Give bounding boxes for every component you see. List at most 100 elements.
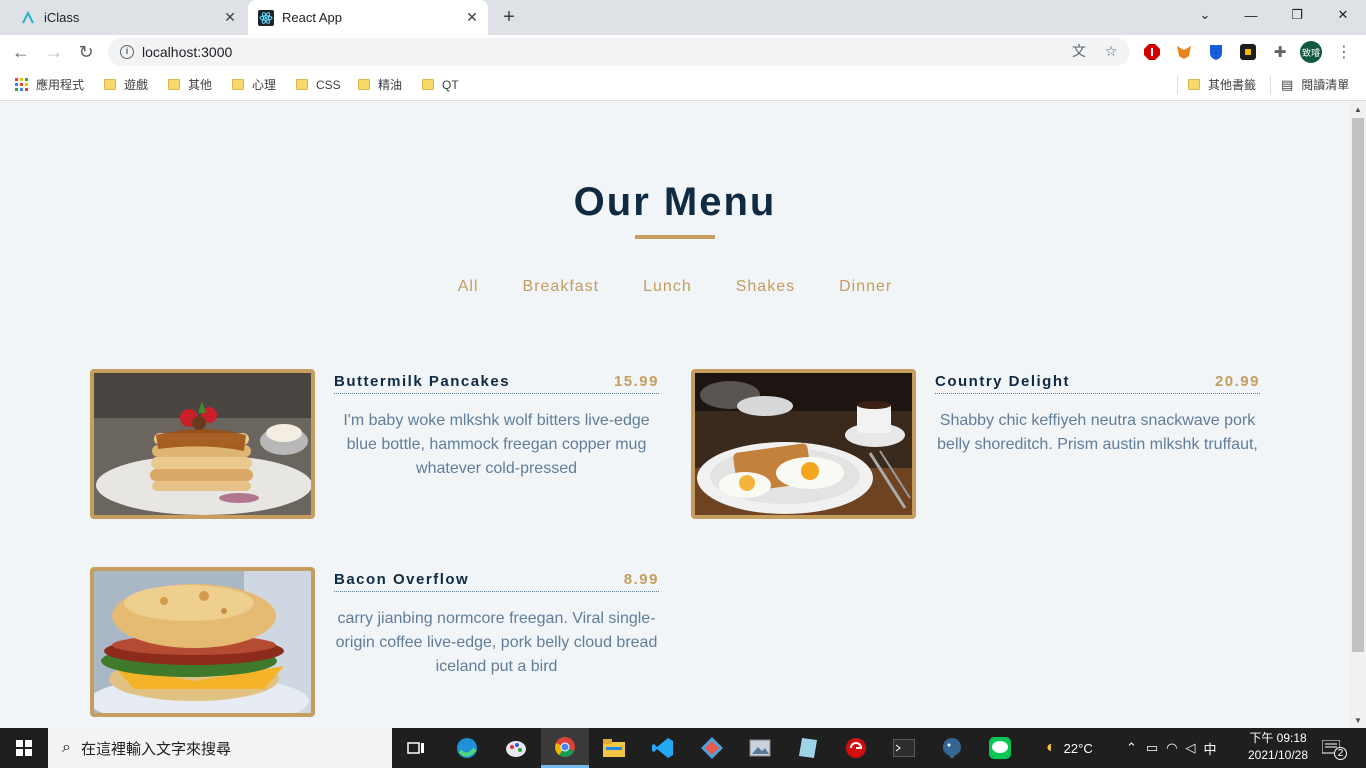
filter-dinner[interactable]: Dinner: [817, 278, 914, 296]
chrome-browser-icon[interactable]: [541, 728, 589, 768]
bookmark-folder[interactable]: 精油: [358, 69, 402, 100]
category-filters: All Breakfast Lunch Shakes Dinner: [0, 278, 1350, 296]
document-app-icon[interactable]: [784, 728, 832, 768]
folder-icon: [168, 79, 180, 90]
bacon-biscuit-sandwich-photo: [90, 567, 315, 717]
filter-lunch[interactable]: Lunch: [621, 278, 714, 296]
page-content: Our Menu All Breakfast Lunch Shakes Dinn…: [0, 102, 1350, 728]
scrollbar-thumb[interactable]: [1352, 118, 1364, 652]
address-bar[interactable]: i localhost:3000: [108, 38, 1130, 66]
bitwarden-extension-icon[interactable]: [1206, 42, 1226, 62]
windows-start-icon[interactable]: [0, 728, 48, 768]
bookmark-folder[interactable]: QT: [422, 69, 459, 100]
back-arrow-icon[interactable]: ←: [9, 40, 33, 64]
minimize-icon[interactable]: —: [1228, 0, 1274, 30]
volume-muted-icon[interactable]: ◁: [1186, 740, 1196, 756]
bookmark-label: 精油: [378, 78, 403, 92]
crypto-extension-icon[interactable]: [1238, 42, 1258, 62]
item-name: Country Delight: [935, 372, 1070, 390]
scroll-up-arrow-icon[interactable]: ▲: [1354, 105, 1362, 114]
windows-taskbar: ⌕ 在這裡輸入文字來搜尋 ◐ 22°C ⌃ ▭ ◠ ◁ 中 下午 09:18 2…: [0, 728, 1366, 768]
taskbar-search-box[interactable]: ⌕ 在這裡輸入文字來搜尋: [48, 728, 392, 768]
bookmark-folder[interactable]: 心理: [232, 69, 276, 100]
weather-widget[interactable]: ◐ 22°C: [1046, 728, 1093, 768]
search-icon: ⌕: [62, 739, 71, 756]
react-favicon-icon: [258, 9, 274, 26]
vertical-scrollbar[interactable]: ▲ ▼: [1350, 102, 1366, 728]
item-header: Country Delight 20.99: [935, 369, 1260, 394]
folder-icon: [296, 79, 308, 90]
terminal-icon[interactable]: [880, 728, 928, 768]
divider: [1270, 76, 1271, 94]
site-info-icon[interactable]: i: [120, 45, 134, 59]
vscode-icon[interactable]: [639, 728, 687, 768]
folder-icon: [104, 79, 116, 90]
profile-avatar[interactable]: 致璿: [1300, 41, 1322, 63]
reading-list[interactable]: ▤ 閱讀清單: [1281, 69, 1349, 100]
tab-title: iClass: [44, 10, 80, 25]
bookmark-folder[interactable]: CSS: [296, 69, 341, 100]
item-price: 15.99: [613, 372, 659, 390]
forward-arrow-icon[interactable]: →: [42, 40, 66, 64]
tray-chevron-up-icon[interactable]: ⌃: [1126, 740, 1137, 756]
eggs-and-toast-photo: [691, 369, 916, 519]
menu-item: Country Delight 20.99 Shabby chic keffiy…: [691, 369, 1261, 519]
new-tab-icon[interactable]: +: [498, 6, 520, 28]
apps-grid-icon: [15, 78, 28, 91]
paint-app-icon[interactable]: [492, 728, 540, 768]
bookmark-apps[interactable]: 應用程式: [15, 69, 84, 100]
folder-icon: [358, 79, 370, 90]
weather-temp: 22°C: [1063, 740, 1093, 756]
item-name: Bacon Overflow: [334, 570, 470, 588]
other-bookmarks[interactable]: 其他書籤: [1188, 69, 1256, 100]
filter-all[interactable]: All: [436, 278, 501, 296]
tab-iclass[interactable]: iClass ✕: [8, 0, 246, 35]
bookmark-folder[interactable]: 其他: [168, 69, 212, 100]
line-messenger-icon[interactable]: [976, 728, 1024, 768]
tab-strip: iClass ✕ React App ✕ + ⌄ — ❐ ✕: [0, 0, 1366, 35]
bookmark-label: 遊戲: [124, 78, 149, 92]
item-name: Buttermilk Pancakes: [334, 372, 511, 390]
filter-breakfast[interactable]: Breakfast: [501, 278, 622, 296]
system-clock[interactable]: 下午 09:18 2021/10/28: [1238, 730, 1318, 764]
item-description: carry jianbing normcore freegan. Viral s…: [335, 610, 658, 675]
postgresql-icon[interactable]: [928, 728, 976, 768]
metamask-extension-icon[interactable]: [1174, 42, 1194, 62]
bookmark-label: QT: [442, 77, 459, 92]
task-view-icon[interactable]: [392, 728, 440, 768]
battery-icon[interactable]: ▭: [1146, 740, 1158, 756]
file-explorer-icon[interactable]: [590, 728, 638, 768]
adblock-extension-icon[interactable]: [1142, 42, 1162, 62]
extensions-puzzle-icon[interactable]: ✚: [1270, 42, 1290, 62]
item-price: 8.99: [623, 570, 659, 588]
ime-indicator[interactable]: 中: [1204, 739, 1217, 758]
restore-icon[interactable]: ❐: [1274, 0, 1320, 30]
git-client-icon[interactable]: [688, 728, 736, 768]
close-tab-icon[interactable]: ✕: [464, 9, 480, 25]
tab-title: React App: [282, 10, 342, 25]
folder-icon: [1188, 79, 1200, 90]
iclass-favicon-icon: [20, 10, 36, 26]
system-tray: ⌃ ▭ ◠ ◁ 中: [1126, 728, 1217, 768]
wifi-icon[interactable]: ◠: [1166, 740, 1177, 756]
bookmarks-bar: 應用程式 遊戲 其他 心理 CSS 精油 QT 其他書籤 ▤ 閱讀清單: [0, 69, 1366, 101]
scroll-down-arrow-icon[interactable]: ▼: [1354, 716, 1362, 725]
menu-item: Bacon Overflow 8.99 carry jianbing normc…: [90, 567, 660, 717]
menu-kebab-icon[interactable]: ⋮: [1334, 42, 1354, 62]
other-bookmarks-label: 其他書籤: [1208, 78, 1257, 92]
tab-react-app[interactable]: React App ✕: [248, 0, 488, 35]
filter-shakes[interactable]: Shakes: [714, 278, 817, 296]
clock-time: 下午 09:18: [1249, 731, 1307, 745]
item-header: Buttermilk Pancakes 15.99: [334, 369, 659, 394]
edge-browser-icon[interactable]: [443, 728, 491, 768]
reload-icon[interactable]: ↻: [74, 40, 98, 64]
photos-app-icon[interactable]: [736, 728, 784, 768]
bookmark-star-icon[interactable]: ☆: [1101, 41, 1121, 61]
translate-icon[interactable]: 文: [1069, 41, 1089, 61]
close-tab-icon[interactable]: ✕: [222, 9, 238, 25]
tab-search-chevron-icon[interactable]: ⌄: [1182, 0, 1228, 30]
close-window-icon[interactable]: ✕: [1320, 0, 1366, 30]
notification-center-icon[interactable]: 2: [1322, 728, 1347, 768]
garena-icon[interactable]: [832, 728, 880, 768]
bookmark-folder[interactable]: 遊戲: [104, 69, 148, 100]
